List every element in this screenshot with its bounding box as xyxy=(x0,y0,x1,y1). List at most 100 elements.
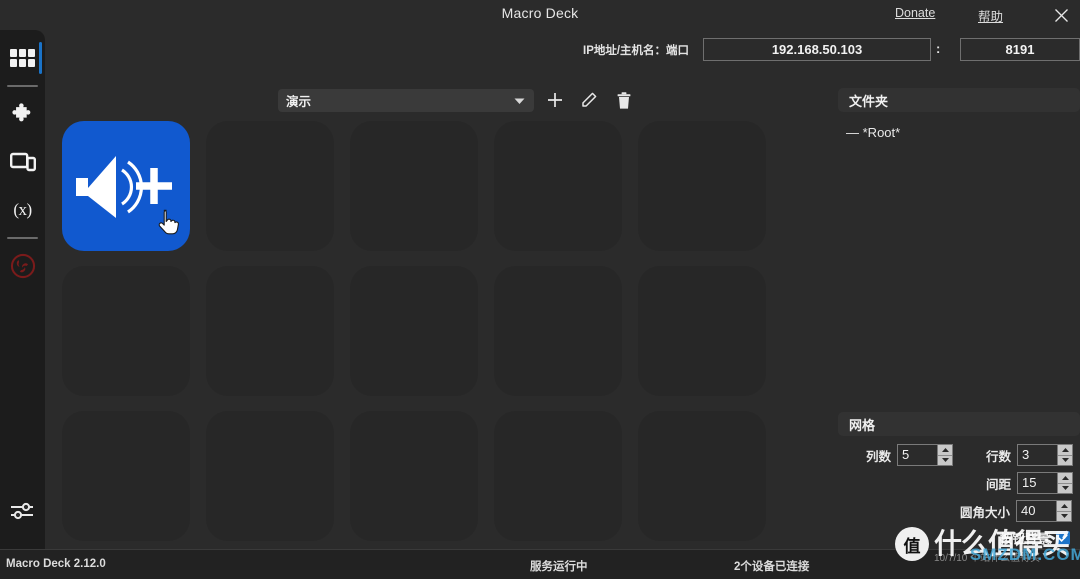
deck-button-2[interactable] xyxy=(350,121,478,251)
sidebar: (x) xyxy=(0,30,45,549)
corner-radius-label: 圆角大小 xyxy=(960,505,1011,520)
donate-link[interactable]: Donate xyxy=(895,6,935,20)
columns-value[interactable]: 5 xyxy=(898,445,938,465)
arrow-down-icon xyxy=(1061,486,1069,491)
sidebar-item-settings[interactable] xyxy=(0,487,45,535)
deck-button-11[interactable] xyxy=(206,411,334,541)
device-icon xyxy=(9,152,36,172)
corner-radius-down-arrow[interactable] xyxy=(1057,512,1071,522)
close-icon xyxy=(1054,8,1068,22)
delete-profile-button[interactable] xyxy=(611,88,637,112)
connection-separator: : xyxy=(936,41,941,56)
port-input[interactable] xyxy=(960,38,1080,61)
grid-panel-header: 网格 xyxy=(838,412,1080,436)
deck-button-9[interactable] xyxy=(638,266,766,396)
folder-tree-label: *Root* xyxy=(862,125,901,140)
rows-down-arrow[interactable] xyxy=(1058,456,1072,466)
columns-down-arrow[interactable] xyxy=(938,456,952,466)
rows-spinner[interactable]: 3 xyxy=(1017,444,1074,466)
rows-up-arrow[interactable] xyxy=(1058,445,1073,456)
arrow-up-icon xyxy=(1060,503,1068,508)
rows-value[interactable]: 3 xyxy=(1018,445,1058,465)
profile-dropdown-value: 演示 xyxy=(286,94,312,109)
spacing-value[interactable]: 15 xyxy=(1018,473,1058,493)
status-bar: Macro Deck 2.12.0 服务运行中 2个设备已连接 xyxy=(0,549,1080,579)
folder-tree-prefix: — xyxy=(846,125,859,140)
deck-button-13[interactable] xyxy=(494,411,622,541)
sidebar-item-plugins[interactable] xyxy=(0,90,45,138)
sliders-icon xyxy=(11,502,33,520)
obs-icon xyxy=(10,253,35,279)
folders-panel-header: 文件夹 xyxy=(838,88,1080,112)
volume-up-icon xyxy=(76,156,172,218)
profile-dropdown[interactable]: 演示 xyxy=(278,88,534,112)
rows-label: 行数 xyxy=(986,449,1012,464)
sidebar-item-devices[interactable] xyxy=(0,138,45,186)
corner-radius-value[interactable]: 40 xyxy=(1017,501,1057,521)
puzzle-icon xyxy=(11,103,30,122)
columns-field: 列数 5 xyxy=(866,444,954,466)
grid-icon xyxy=(10,48,35,67)
corner-radius-field: 圆角大小 40 xyxy=(960,500,1073,522)
deck-toolbar: 演示 xyxy=(278,88,637,112)
spacing-down-arrow[interactable] xyxy=(1058,484,1072,494)
checkmark-icon xyxy=(1058,533,1068,542)
rows-arrows[interactable] xyxy=(1057,445,1073,466)
arrow-up-icon xyxy=(941,447,949,452)
spacing-up-arrow[interactable] xyxy=(1058,473,1073,484)
deck-button-14[interactable] xyxy=(638,411,766,541)
plus-icon xyxy=(548,93,562,107)
corner-radius-up-arrow[interactable] xyxy=(1057,501,1072,512)
arrow-up-icon xyxy=(1061,447,1069,452)
edit-profile-button[interactable] xyxy=(576,88,602,112)
spacing-label: 间距 xyxy=(986,477,1012,492)
spacing-arrows[interactable] xyxy=(1057,473,1073,494)
host-input[interactable] xyxy=(703,38,931,61)
sidebar-item-obs[interactable] xyxy=(0,242,45,290)
status-devices: 2个设备已连接 xyxy=(734,561,810,573)
sidebar-active-indicator xyxy=(39,42,42,74)
title-bar: Macro Deck Donate 帮助 xyxy=(0,0,1080,30)
chevron-down-icon xyxy=(514,98,525,104)
close-button[interactable] xyxy=(1042,0,1080,30)
sidebar-item-deck[interactable] xyxy=(0,34,45,82)
trash-icon xyxy=(617,91,631,109)
sidebar-divider-bottom xyxy=(7,237,38,239)
macro-deck-window: Macro Deck Donate 帮助 IP地址/主机名：端口 : xyxy=(0,0,1080,579)
deck-button-5[interactable] xyxy=(62,266,190,396)
status-service: 服务运行中 xyxy=(530,561,588,573)
variables-icon: (x) xyxy=(13,200,32,219)
spacing-field: 间距 15 xyxy=(986,472,1074,494)
arrow-down-icon xyxy=(1061,458,1069,463)
deck-button-1[interactable] xyxy=(206,121,334,251)
columns-label: 列数 xyxy=(866,449,892,464)
deck-button-7[interactable] xyxy=(350,266,478,396)
sidebar-item-variables[interactable]: (x) xyxy=(0,186,45,234)
folder-tree-item-root[interactable]: — *Root* xyxy=(846,125,900,140)
spacing-spinner[interactable]: 15 xyxy=(1017,472,1074,494)
deck-button-8[interactable] xyxy=(494,266,622,396)
deck-button-3[interactable] xyxy=(494,121,622,251)
sidebar-bottom xyxy=(0,487,45,535)
button-background-checkbox[interactable] xyxy=(1056,530,1071,545)
sidebar-divider-top xyxy=(7,85,38,87)
deck-button-12[interactable] xyxy=(350,411,478,541)
button-background-label: 按钮背景 xyxy=(1000,532,1051,546)
deck-button-6[interactable] xyxy=(206,266,334,396)
add-profile-button[interactable] xyxy=(542,88,568,112)
corner-radius-arrows[interactable] xyxy=(1056,501,1072,522)
columns-spinner[interactable]: 5 xyxy=(897,444,954,466)
columns-arrows[interactable] xyxy=(937,445,953,466)
status-version: Macro Deck 2.12.0 xyxy=(6,558,106,570)
help-link[interactable]: 帮助 xyxy=(978,6,1003,25)
arrow-up-icon xyxy=(1061,475,1069,480)
arrow-down-icon xyxy=(941,458,949,463)
deck-button-10[interactable] xyxy=(62,411,190,541)
deck-button-0[interactable] xyxy=(62,121,190,251)
deck-button-4[interactable] xyxy=(638,121,766,251)
corner-radius-spinner[interactable]: 40 xyxy=(1016,500,1073,522)
columns-up-arrow[interactable] xyxy=(938,445,953,456)
deck-button-grid xyxy=(62,121,782,541)
rows-field: 行数 3 xyxy=(986,444,1074,466)
arrow-down-icon xyxy=(1060,514,1068,519)
